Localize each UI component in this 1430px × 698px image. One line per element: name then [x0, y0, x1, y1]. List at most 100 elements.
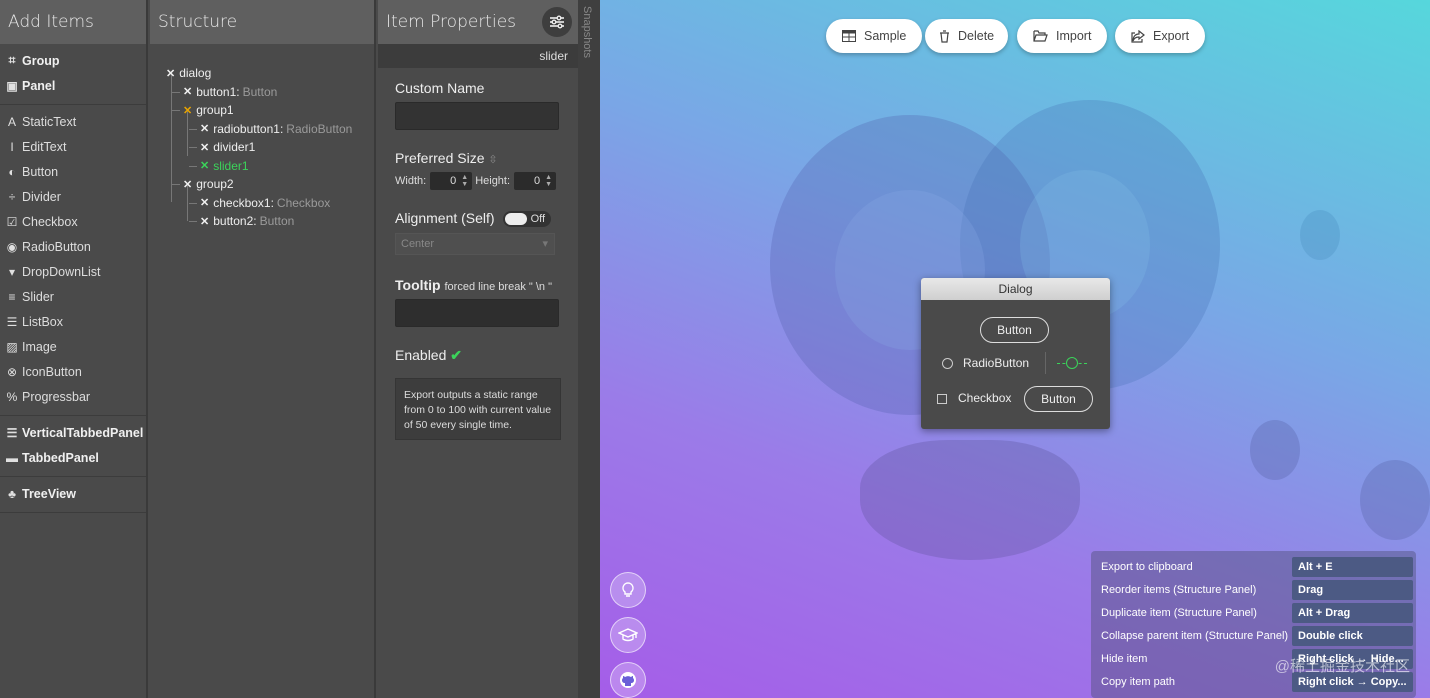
- tooltip-label: Tooltip: [395, 277, 441, 294]
- tree-node-divider1[interactable]: ✕ divider1: [166, 138, 374, 157]
- remove-icon[interactable]: ✕: [200, 159, 209, 172]
- checkmark-icon[interactable]: ✔: [450, 347, 462, 363]
- add-item-label: StaticText: [22, 114, 77, 129]
- tree-node-group1[interactable]: ✕ group1: [166, 101, 374, 120]
- tutorial-button[interactable]: [610, 617, 646, 653]
- group-icon: ⌗: [8, 53, 16, 67]
- add-item-label: Progressbar: [22, 389, 91, 404]
- remove-icon[interactable]: ✕: [183, 178, 192, 191]
- settings-sliders-icon[interactable]: [542, 7, 572, 37]
- add-item-panel[interactable]: ▣ Panel: [0, 73, 146, 98]
- alignment-toggle[interactable]: Off: [502, 211, 551, 228]
- remove-icon[interactable]: ✕: [183, 104, 192, 117]
- alignment-select[interactable]: Center ▾: [395, 233, 555, 256]
- remove-icon[interactable]: ✕: [200, 196, 209, 209]
- tree-node-type: Checkbox: [276, 195, 331, 210]
- add-item-iconbutton[interactable]: ⊗ IconButton: [0, 359, 146, 384]
- tree-node-name: button2:: [213, 214, 257, 229]
- tooltip-hint: forced line break " \n ": [444, 281, 552, 294]
- slider-thumb[interactable]: [1066, 357, 1078, 369]
- tree-node-name: radiobutton1:: [213, 121, 284, 136]
- stepper-arrows-icon[interactable]: ▲ ▼: [545, 174, 552, 188]
- structure-panel: Structure ✕ dialog ✕ button1: Button ✕ group1 ✕…: [150, 0, 376, 698]
- add-item-button[interactable]: ◐ Button: [0, 159, 146, 184]
- enabled-row[interactable]: Enabled ✔: [395, 347, 578, 364]
- github-icon: [620, 672, 636, 688]
- import-button[interactable]: Import: [1017, 19, 1108, 53]
- add-item-progressbar[interactable]: % Progressbar: [0, 384, 146, 409]
- sample-button[interactable]: Sample: [826, 19, 923, 53]
- radio-circle-icon[interactable]: [942, 358, 953, 369]
- dialog-button2[interactable]: Button: [1024, 386, 1093, 412]
- add-item-label: Group: [22, 53, 60, 68]
- snapshots-label: Snapshots: [581, 6, 593, 58]
- tree-node-name: dialog: [179, 66, 212, 81]
- dialog-button1[interactable]: Button: [980, 317, 1049, 343]
- structure-tree: ✕ dialog ✕ button1: Button ✕ group1 ✕ radiobutto…: [150, 44, 374, 231]
- sample-label: Sample: [864, 29, 907, 43]
- add-items-group: ☰ VerticalTabbedPanel ▬ TabbedPanel: [0, 416, 146, 477]
- import-label: Import: [1056, 29, 1092, 43]
- remove-icon[interactable]: ✕: [200, 122, 209, 135]
- width-stepper[interactable]: 0 ▲ ▼: [430, 172, 473, 190]
- add-item-checkbox[interactable]: ☑ Checkbox: [0, 209, 146, 234]
- add-items-group: ⌗ Group ▣ Panel: [0, 44, 146, 105]
- remove-icon[interactable]: ✕: [166, 67, 175, 80]
- tree-node-button2[interactable]: ✕ button2: Button: [166, 212, 374, 231]
- floating-house-illustration: [860, 440, 1080, 560]
- shortcut-action: Collapse parent item (Structure Panel): [1101, 630, 1289, 642]
- tree-node-name: button1:: [196, 84, 240, 99]
- add-item-edittext[interactable]: I EditText: [0, 134, 146, 159]
- resize-arrows-icon[interactable]: ⇳: [488, 154, 497, 166]
- tree-node-button1[interactable]: ✕ button1: Button: [166, 83, 374, 102]
- checkbox-icon: ☑: [6, 214, 18, 229]
- tree-node-slider1[interactable]: ✕ slider1: [166, 157, 374, 176]
- toggle-icon: ◐: [8, 164, 16, 179]
- remove-icon[interactable]: ✕: [200, 215, 209, 228]
- add-item-label: Slider: [22, 289, 54, 304]
- remove-icon[interactable]: ✕: [200, 141, 209, 154]
- dialog-divider: [1045, 352, 1046, 374]
- remove-icon[interactable]: ✕: [183, 85, 192, 98]
- add-item-treeview[interactable]: ♣ TreeView: [0, 481, 146, 506]
- tree-node-type: RadioButton: [286, 121, 353, 136]
- slider-note: Export outputs a static range from 0 to …: [395, 378, 561, 441]
- tooltip-input[interactable]: [395, 299, 559, 328]
- github-button[interactable]: [610, 662, 646, 698]
- add-item-image[interactable]: ▨ Image: [0, 334, 146, 359]
- add-item-group[interactable]: ⌗ Group: [0, 48, 146, 73]
- delete-button[interactable]: Delete: [925, 19, 1009, 53]
- shortcut-action: Hide item: [1101, 653, 1148, 665]
- add-item-listbox[interactable]: ☰ ListBox: [0, 309, 146, 334]
- shortcut-key: Alt + E: [1292, 557, 1413, 577]
- panel-icon: ▣: [6, 78, 18, 93]
- add-item-dropdownlist[interactable]: ▾ DropDownList: [0, 259, 146, 284]
- checkbox-square-icon[interactable]: [937, 394, 947, 404]
- export-button[interactable]: Export: [1115, 19, 1206, 53]
- snapshots-strip[interactable]: Snapshots: [578, 0, 600, 698]
- add-item-verticaltabbedpanel[interactable]: ☰ VerticalTabbedPanel: [0, 420, 146, 445]
- add-item-statictext[interactable]: A StaticText: [0, 109, 146, 134]
- add-item-label: EditText: [22, 139, 67, 154]
- preview-canvas: Sample Delete Import Export Dialog Butto…: [600, 0, 1430, 698]
- shortcut-key: Alt + Drag: [1292, 603, 1413, 623]
- add-item-radiobutton[interactable]: ◉ RadioButton: [0, 234, 146, 259]
- dialog-checkbox-label: Checkbox: [958, 391, 1012, 405]
- graduation-cap-icon: [618, 628, 638, 642]
- tree-node-checkbox1[interactable]: ✕ checkbox1: Checkbox: [166, 194, 374, 213]
- lightbulb-button[interactable]: [610, 572, 646, 608]
- custom-name-input[interactable]: [395, 102, 559, 130]
- add-item-divider[interactable]: ÷ Divider: [0, 184, 146, 209]
- height-stepper[interactable]: 0 ▲ ▼: [514, 172, 557, 190]
- tree-node-radiobutton1[interactable]: ✕ radiobutton1: RadioButton: [166, 120, 374, 139]
- tree-node-name: group1: [196, 103, 234, 118]
- tree-node-dialog[interactable]: ✕ dialog: [166, 64, 374, 83]
- delete-label: Delete: [958, 29, 995, 43]
- add-item-label: Image: [22, 339, 57, 354]
- add-item-tabbedpanel[interactable]: ▬ TabbedPanel: [0, 445, 146, 470]
- tree-node-group2[interactable]: ✕ group2: [166, 175, 374, 194]
- add-item-slider[interactable]: ≡ Slider: [0, 284, 146, 309]
- stepper-arrows-icon[interactable]: ▲ ▼: [461, 174, 468, 188]
- shortcut-action: Copy item path: [1101, 676, 1175, 688]
- add-item-label: Divider: [22, 189, 61, 204]
